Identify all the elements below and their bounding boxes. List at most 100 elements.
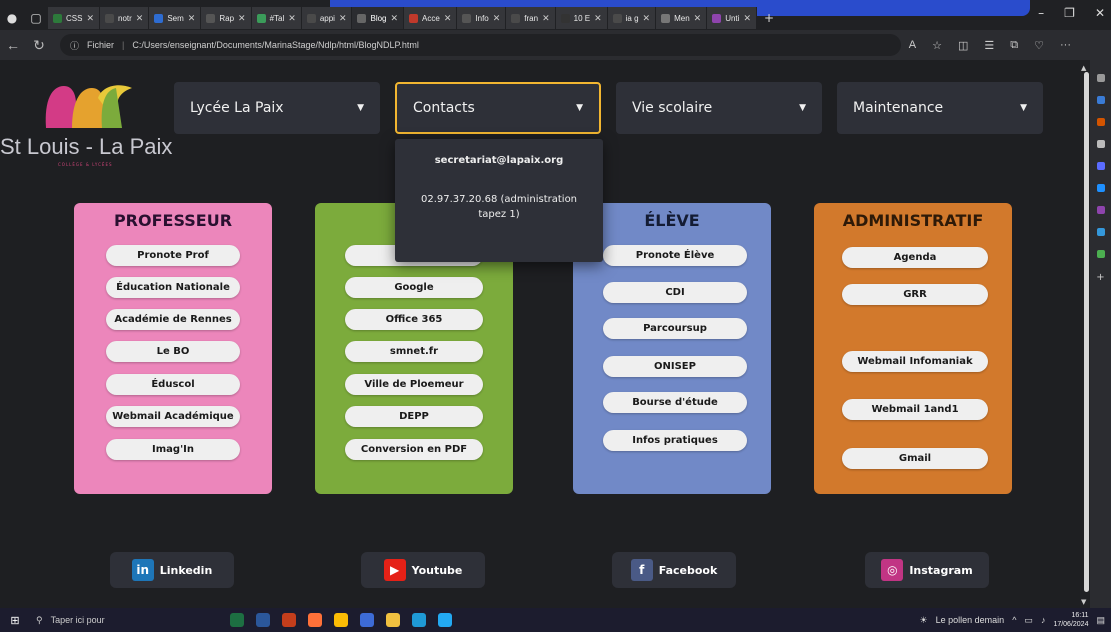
new-tab-button[interactable]: + — [757, 8, 781, 28]
tab-close-icon[interactable]: ✕ — [188, 13, 196, 24]
tab-close-icon[interactable]: ✕ — [339, 13, 347, 24]
browser-tab[interactable]: Acce ✕ — [404, 7, 458, 29]
link-button[interactable]: Google — [345, 277, 483, 298]
notifications-icon[interactable]: ▤ — [1096, 615, 1105, 626]
powerpoint-icon[interactable] — [282, 613, 296, 627]
tab-close-icon[interactable]: ✕ — [444, 13, 452, 24]
firefox-icon[interactable] — [308, 613, 322, 627]
link-button[interactable]: Bourse d'étude — [603, 392, 747, 413]
weather-text[interactable]: Le pollen demain — [936, 615, 1005, 625]
sidebar-games-icon[interactable] — [1096, 162, 1105, 170]
link-button[interactable]: Imag'In — [106, 439, 240, 460]
browser-tab[interactable]: #Tal ✕ — [251, 7, 302, 29]
browser-tab[interactable]: Info ✕ — [457, 7, 507, 29]
tab-close-icon[interactable]: ✕ — [542, 13, 550, 24]
favorites-icon[interactable]: ☰ — [984, 39, 994, 52]
sidebar-send-icon[interactable] — [1096, 228, 1105, 236]
reload-button[interactable]: ↻ — [26, 37, 52, 54]
browser-essentials-icon[interactable]: ♡ — [1034, 39, 1044, 52]
link-button[interactable]: Parcoursup — [603, 318, 747, 339]
more-menu-icon[interactable]: ··· — [1060, 39, 1071, 52]
link-button[interactable]: Éduscol — [106, 374, 240, 395]
tab-close-icon[interactable]: ✕ — [238, 13, 246, 24]
link-button[interactable]: Éducation Nationale — [106, 277, 240, 298]
browser-tab[interactable]: Unti ✕ — [707, 7, 757, 29]
edge-icon[interactable] — [412, 613, 426, 627]
taskbar-search[interactable]: ⚲ Taper ici pour — [30, 610, 170, 630]
tab-close-icon[interactable]: ✕ — [643, 13, 651, 24]
link-button[interactable]: CDI — [603, 282, 747, 303]
sidebar-add-icon[interactable]: + — [1090, 272, 1111, 283]
profile-icon[interactable]: ● — [0, 8, 24, 28]
link-button[interactable]: Infos pratiques — [603, 430, 747, 451]
scroll-down-icon[interactable]: ▼ — [1081, 598, 1086, 606]
nav-menu-3[interactable]: Vie scolaire ▼ — [616, 82, 822, 134]
file-explorer-icon[interactable] — [386, 613, 400, 627]
url-field[interactable]: ⓘ Fichier | C:/Users/enseignant/Document… — [60, 34, 901, 56]
weather-icon[interactable]: ☀ — [920, 615, 928, 626]
favorite-star-icon[interactable]: ☆ — [932, 39, 942, 52]
link-button[interactable]: Pronote Élève — [603, 245, 747, 266]
collections-icon[interactable]: ⧉ — [1010, 39, 1018, 52]
excel-icon[interactable] — [230, 613, 244, 627]
minimize-icon[interactable]: – — [1038, 6, 1044, 20]
close-window-icon[interactable]: ✕ — [1095, 6, 1105, 20]
vscode-icon[interactable] — [438, 613, 452, 627]
sidebar-people-icon[interactable] — [1096, 140, 1105, 148]
social-link-youtube[interactable]: ▶ Youtube — [361, 552, 485, 588]
social-link-instagram[interactable]: ◎ Instagram — [865, 552, 989, 588]
link-button[interactable]: GRR — [842, 284, 988, 305]
social-link-facebook[interactable]: f Facebook — [612, 552, 736, 588]
browser-tab[interactable]: CSS ✕ — [48, 7, 100, 29]
sidebar-shopping-icon[interactable] — [1096, 118, 1105, 126]
word-icon[interactable] — [256, 613, 270, 627]
scroll-up-icon[interactable]: ▲ — [1081, 64, 1086, 72]
nav-menu-2[interactable]: Contacts ▼ — [395, 82, 601, 134]
tab-close-icon[interactable]: ✕ — [743, 13, 751, 24]
sidebar-search-icon[interactable] — [1096, 74, 1105, 82]
sidebar-office-icon[interactable] — [1096, 206, 1105, 214]
link-button[interactable]: Pronote Prof — [106, 245, 240, 266]
start-icon[interactable]: ⊞ — [0, 614, 30, 627]
browser-tab[interactable]: fran ✕ — [506, 7, 556, 29]
browser-tab[interactable]: Sem ✕ — [149, 7, 202, 29]
link-button[interactable]: Webmail Infomaniak — [842, 351, 988, 372]
browser-tab[interactable]: 10 E ✕ — [555, 7, 608, 29]
link-button[interactable]: smnet.fr — [345, 341, 483, 362]
volume-icon[interactable]: ♪ — [1041, 615, 1046, 625]
tab-close-icon[interactable]: ✕ — [694, 13, 702, 24]
restore-icon[interactable]: ❐ — [1064, 6, 1075, 20]
sidebar-tools-icon[interactable] — [1096, 250, 1105, 258]
link-button[interactable]: Webmail 1and1 — [842, 399, 988, 420]
app-icon[interactable] — [360, 613, 374, 627]
tab-close-icon[interactable]: ✕ — [594, 13, 602, 24]
link-button[interactable]: Conversion en PDF — [345, 439, 483, 460]
browser-tab[interactable]: Rap ✕ — [201, 7, 252, 29]
school-logo[interactable]: St Louis - La Paix COLLÈGE & LYCÉES — [0, 80, 172, 180]
tab-close-icon[interactable]: ✕ — [288, 13, 296, 24]
nav-menu-4[interactable]: Maintenance ▼ — [837, 82, 1043, 134]
read-aloud-icon[interactable]: A — [909, 39, 916, 52]
browser-tab[interactable]: Blog ✕ — [352, 7, 405, 29]
link-button[interactable]: DEPP — [345, 406, 483, 427]
link-button[interactable]: ONISEP — [603, 356, 747, 377]
sidebar-copilot-icon[interactable] — [1096, 96, 1105, 104]
tab-actions-icon[interactable]: ▢ — [24, 8, 48, 28]
link-button[interactable]: Académie de Rennes — [106, 309, 240, 330]
clock[interactable]: 16:11 17/06/2024 — [1053, 611, 1088, 629]
nav-menu-1[interactable]: Lycée La Paix ▼ — [174, 82, 380, 134]
tab-close-icon[interactable]: ✕ — [86, 13, 94, 24]
link-button[interactable]: Ville de Ploemeur — [345, 374, 483, 395]
browser-tab[interactable]: notr ✕ — [100, 7, 150, 29]
tab-close-icon[interactable]: ✕ — [391, 13, 399, 24]
link-button[interactable]: Gmail — [842, 448, 988, 469]
info-icon[interactable]: ⓘ — [70, 39, 79, 52]
tab-close-icon[interactable]: ✕ — [136, 13, 144, 24]
tray-arrow-icon[interactable]: ^ — [1012, 615, 1016, 625]
tab-close-icon[interactable]: ✕ — [493, 13, 501, 24]
chrome-icon[interactable] — [334, 613, 348, 627]
link-button[interactable]: Le BO — [106, 341, 240, 362]
back-button[interactable]: ← — [0, 37, 26, 53]
social-link-linkedin[interactable]: in Linkedin — [110, 552, 234, 588]
network-icon[interactable]: ▭ — [1024, 615, 1033, 626]
